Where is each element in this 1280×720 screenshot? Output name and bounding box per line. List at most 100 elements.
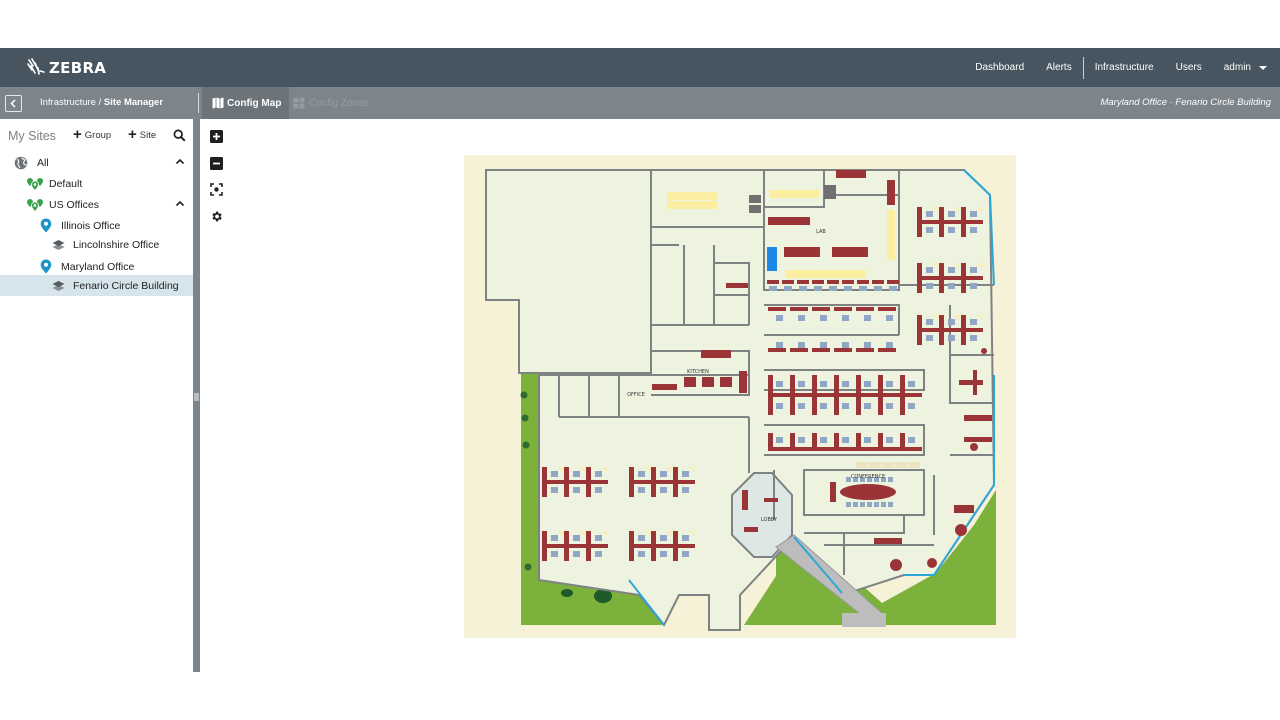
chair xyxy=(660,535,667,541)
floor-plan-canvas[interactable]: LAB KITCHEN OFFICE CONFERENCE LOBBY xyxy=(464,155,1016,638)
chair xyxy=(886,437,893,443)
map-settings-button[interactable] xyxy=(208,208,225,225)
tree-label: Fenario Circle Building xyxy=(73,279,179,292)
desk xyxy=(922,276,939,280)
desk xyxy=(812,348,830,352)
chair xyxy=(874,286,882,291)
bench xyxy=(857,280,869,284)
chair xyxy=(776,381,783,387)
tab-config-map[interactable]: Config Map xyxy=(202,87,290,119)
sofa xyxy=(742,490,748,510)
nav-users[interactable]: Users xyxy=(1165,62,1213,73)
desk xyxy=(542,467,547,497)
tree-item-default[interactable]: Default xyxy=(0,173,193,194)
desk xyxy=(586,467,591,497)
desk xyxy=(944,328,961,332)
tree-item-maryland-office[interactable]: Maryland Office xyxy=(0,256,193,277)
sub-nav-bar: Infrastructure / Site Manager Config Map… xyxy=(0,87,1280,119)
sidebar-resize-handle[interactable] xyxy=(193,119,200,672)
desk xyxy=(773,393,790,397)
desk xyxy=(922,328,939,332)
cabinet xyxy=(978,207,983,211)
app-window: ZEBRA Dashboard Alerts Infrastructure Us… xyxy=(0,48,1280,672)
layers-icon xyxy=(52,239,65,251)
breadcrumb: Infrastructure / Site Manager xyxy=(40,97,163,108)
lab-bench xyxy=(784,247,820,257)
tree-item-lincolnshire-office[interactable]: Lincolnshire Office xyxy=(0,234,193,255)
building-floor xyxy=(485,169,996,631)
tree-item-illinois-office[interactable]: Illinois Office xyxy=(0,215,193,236)
desk xyxy=(656,480,673,484)
chevron-up-icon[interactable] xyxy=(175,199,185,212)
desk xyxy=(790,447,812,451)
tab-config-zones[interactable]: Config Zones xyxy=(283,87,376,119)
search-button[interactable] xyxy=(173,129,186,147)
desk xyxy=(883,393,900,397)
desk xyxy=(591,480,608,484)
desk xyxy=(900,447,922,451)
bench xyxy=(872,280,884,284)
tree-item-fenario-circle-building[interactable]: Fenario Circle Building xyxy=(0,275,193,296)
desk xyxy=(634,544,651,548)
desk xyxy=(959,380,983,385)
focus-icon xyxy=(210,183,223,196)
tree-item-all[interactable]: All xyxy=(0,152,193,173)
room-label-kitchen: KITCHEN xyxy=(687,369,709,375)
desk xyxy=(900,375,905,415)
cabinet xyxy=(668,467,673,471)
desk xyxy=(651,531,656,561)
chevron-up-icon[interactable] xyxy=(175,157,185,170)
add-site-button[interactable]: + Site xyxy=(128,127,156,142)
desk xyxy=(812,447,834,451)
chair xyxy=(595,551,602,557)
chair xyxy=(926,335,933,341)
sidebar-title: My Sites xyxy=(8,129,56,143)
zebra-logo[interactable]: ZEBRA xyxy=(26,57,106,79)
cabinet xyxy=(869,462,881,468)
nav-alerts[interactable]: Alerts xyxy=(1035,62,1083,73)
desk xyxy=(964,415,992,421)
top-nav-bar: ZEBRA Dashboard Alerts Infrastructure Us… xyxy=(0,48,1280,87)
desk xyxy=(678,480,695,484)
desk xyxy=(569,480,586,484)
chair xyxy=(814,286,822,291)
round-table xyxy=(981,348,987,354)
chair xyxy=(682,487,689,493)
counter xyxy=(652,384,677,390)
fit-to-screen-button[interactable] xyxy=(208,181,225,198)
table xyxy=(702,377,714,387)
desk xyxy=(673,467,678,497)
add-group-button[interactable]: + Group xyxy=(73,127,111,142)
zebra-head-icon xyxy=(27,58,45,75)
floor-plan-map[interactable]: LAB KITCHEN OFFICE CONFERENCE LOBBY xyxy=(464,155,1016,638)
chair xyxy=(842,315,849,321)
breadcrumb-site-manager: Site Manager xyxy=(103,97,164,108)
desk xyxy=(629,531,634,561)
zoom-in-button[interactable] xyxy=(208,128,225,145)
desk xyxy=(795,393,812,397)
desk xyxy=(878,307,896,311)
chair xyxy=(682,471,689,477)
tree-label: All xyxy=(37,156,49,169)
nav-dashboard[interactable]: Dashboard xyxy=(964,62,1035,73)
user-menu[interactable]: admin xyxy=(1213,62,1280,73)
cabinet xyxy=(581,467,586,471)
table xyxy=(684,377,696,387)
chair xyxy=(970,335,977,341)
cabinet xyxy=(603,467,608,471)
main-nav: Dashboard Alerts Infrastructure Users ad… xyxy=(964,48,1280,87)
chair xyxy=(842,381,849,387)
zoom-out-button[interactable] xyxy=(208,155,225,172)
tree-item-us-offices[interactable]: US Offices xyxy=(0,194,193,215)
room-label-conference: CONFERENCE xyxy=(851,474,885,480)
back-button[interactable] xyxy=(5,95,22,112)
desk xyxy=(944,220,961,224)
chair xyxy=(638,551,645,557)
tree-label: Default xyxy=(49,177,83,190)
desk xyxy=(878,375,883,415)
breadcrumb-infrastructure[interactable]: Infrastructure xyxy=(40,97,96,108)
table xyxy=(954,505,974,513)
chair xyxy=(926,211,933,217)
nav-infrastructure[interactable]: Infrastructure xyxy=(1084,62,1165,73)
cabinet xyxy=(559,467,564,471)
